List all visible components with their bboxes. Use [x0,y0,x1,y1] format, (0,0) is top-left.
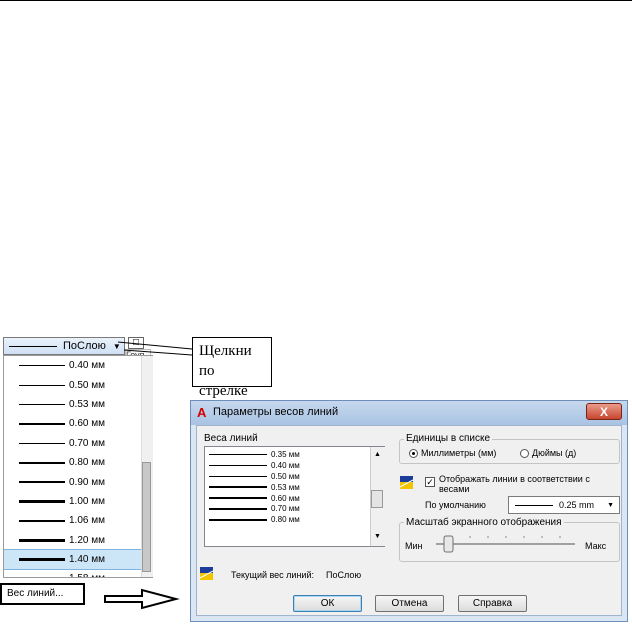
unit-inch-label: Дюймы (д) [532,448,577,458]
lineweight-display-icon [399,476,414,489]
scale-group-label: Масштаб экранного отображения [404,517,564,528]
line-sample [209,475,267,477]
lineweight-item-label: 0.60 мм [271,493,300,503]
lineweight-list-item[interactable]: 0.70 мм [205,503,384,514]
chevron-down-icon[interactable]: ▼ [607,502,614,509]
lineweights-list[interactable]: 0.35 мм 0.40 мм 0.50 мм 0.53 мм 0.60 мм 0.70 … [204,446,385,547]
lineweight-list-item[interactable]: 0.60 мм [205,493,384,504]
unit-mm-label: Миллиметры (мм) [421,448,497,458]
line-sample [209,497,267,499]
dialog-title: Параметры весов линий [213,406,339,418]
radio-mm[interactable] [409,448,418,458]
display-lineweight-line2: весами [439,484,470,494]
lineweight-item-label: 0.35 мм [271,449,300,459]
autocad-logo-icon: A [197,405,207,420]
lineweight-item-label: 0.70 мм [271,504,300,514]
lineweight-settings-item[interactable]: Вес линий... [0,583,85,605]
dialog-title-bar[interactable]: A Параметры весов линий [191,401,627,425]
lineweight-item-label: 0.50 мм [271,471,300,481]
current-lineweight-label: Текущий вес линий: [231,570,314,580]
lineweight-list-item[interactable]: 0.50 мм [205,471,384,482]
radio-inch[interactable] [520,448,529,458]
lineweight-list-item[interactable]: 0.53 мм [205,482,384,493]
line-sample [209,486,267,488]
lineweight-list-item[interactable]: 0.40 мм [205,460,384,471]
default-line-sample [515,504,553,506]
default-label: По умолчанию [425,500,486,510]
callout-box: Щелкни по стрелке [192,337,272,399]
scroll-down-icon[interactable]: ▼ [374,533,381,540]
unit-inch-option[interactable]: Дюймы (д) [520,448,576,458]
lineweight-item-label: 0.80 мм [271,515,300,525]
scale-slider[interactable] [430,534,580,554]
close-button[interactable]: X [586,403,622,420]
help-button[interactable]: Справка [458,595,527,612]
lineweight-item-label: 0.40 мм [271,460,300,470]
default-value: 0.25 mm [559,500,595,510]
ok-button[interactable]: ОК [293,595,362,612]
line-sample [209,518,267,521]
default-lineweight-combo[interactable]: 0.25 mm ▼ [508,496,620,514]
scale-min-label: Мин [405,541,423,551]
line-sample [209,507,267,511]
callout-line-1: Щелкни [199,343,252,359]
lineweight-list-item[interactable]: 0.80 мм [205,514,384,525]
line-sample [209,453,267,455]
display-lineweight-label: Отображать линии в соответствии с весами [439,474,590,494]
units-group-label: Единицы в списке [404,433,493,444]
display-lineweight-checkbox[interactable]: ✓ [425,477,435,487]
display-lineweight-line1: Отображать линии в соответствии с [439,474,590,484]
callout-line-2: по стрелке [199,363,248,399]
current-lineweight-value: ПоСлою [326,570,362,580]
lineweight-list-item[interactable]: 0.35 мм [205,449,384,460]
unit-mm-option[interactable]: Миллиметры (мм) [409,448,496,458]
lineweights-scroll-thumb[interactable] [371,490,383,508]
lineweights-group-label: Веса линий [204,433,258,444]
current-lineweight-icon [199,567,214,580]
scale-max-label: Макс [585,541,607,551]
line-sample [209,464,267,466]
lineweight-item-label: 0.53 мм [271,482,300,492]
scroll-up-icon[interactable]: ▲ [374,451,381,458]
cancel-button[interactable]: Отмена [375,595,444,612]
